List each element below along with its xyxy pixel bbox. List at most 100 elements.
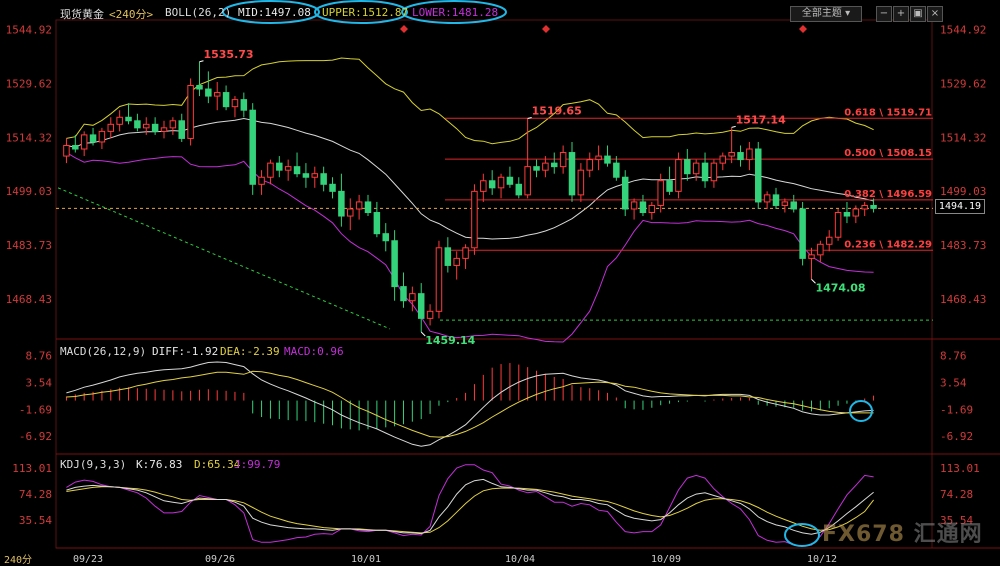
y-tick-label-right: 113.01 bbox=[940, 462, 980, 475]
candle-body bbox=[187, 85, 194, 139]
candle-body bbox=[719, 155, 727, 164]
y-tick-label-left: -1.69 bbox=[19, 403, 52, 416]
candle-body bbox=[373, 212, 381, 235]
candle-body bbox=[302, 173, 310, 178]
candle-body bbox=[276, 162, 283, 171]
candle-body bbox=[311, 173, 319, 178]
candle-body bbox=[817, 243, 824, 256]
candle-body bbox=[781, 201, 789, 206]
boll-upper-value: UPPER:1512.87 bbox=[322, 6, 409, 19]
candle-body bbox=[746, 148, 753, 161]
period-footer[interactable]: 240分 bbox=[4, 551, 32, 566]
candle-body bbox=[444, 247, 452, 266]
candle-body bbox=[524, 166, 531, 196]
candle-body bbox=[604, 155, 611, 164]
zoom-in-button[interactable]: + bbox=[893, 6, 909, 22]
y-tick-label-left: 35.54 bbox=[19, 514, 52, 527]
candle-body bbox=[355, 201, 363, 210]
macd-diff-value: DIFF:-1.92 bbox=[152, 345, 219, 358]
annotation-leader bbox=[199, 60, 204, 63]
fib-level-label: 0.236 \ 1482.29 bbox=[844, 239, 932, 250]
candle-body bbox=[231, 99, 239, 108]
period-label[interactable]: <240分> bbox=[109, 6, 153, 22]
candle-body bbox=[799, 208, 806, 259]
y-tick-label-right: 1514.32 bbox=[940, 131, 986, 144]
price-annotation: 1474.08 bbox=[815, 281, 865, 294]
candle-body bbox=[515, 183, 523, 196]
restore-button[interactable]: ▣ bbox=[910, 6, 926, 22]
highlight-ellipse bbox=[784, 523, 820, 547]
current-price-tag: 1494.19 bbox=[935, 199, 985, 214]
candle-body bbox=[675, 159, 682, 192]
y-tick-label-right: 3.54 bbox=[940, 376, 967, 389]
candle-body bbox=[116, 116, 123, 125]
x-tick-label: 10/04 bbox=[505, 554, 535, 565]
y-tick-label-left: 1468.43 bbox=[6, 293, 52, 306]
candle-body bbox=[80, 134, 88, 150]
candle-body bbox=[648, 204, 656, 214]
price-annotation: 1535.73 bbox=[203, 48, 253, 61]
zoom-out-button[interactable]: − bbox=[876, 6, 892, 22]
x-tick-label: 09/23 bbox=[73, 554, 103, 565]
candle-body bbox=[160, 127, 168, 132]
boll-lower-line bbox=[66, 152, 874, 343]
candle-body bbox=[471, 190, 478, 249]
price-annotation: 1459.14 bbox=[425, 334, 475, 347]
theme-select-button[interactable]: 全部主题 ▾ bbox=[790, 6, 862, 22]
candle-body bbox=[533, 166, 540, 171]
candle-body bbox=[834, 212, 842, 238]
boll-mid-value: MID:1497.08 bbox=[238, 6, 311, 19]
candle-body bbox=[657, 180, 664, 206]
macd-label: MACD(26,12,9) bbox=[60, 345, 147, 358]
x-tick-label: 09/26 bbox=[205, 554, 235, 565]
symbol-title[interactable]: 现货黄金 bbox=[60, 6, 104, 22]
fib-level-label: 0.500 \ 1508.15 bbox=[844, 148, 932, 159]
candle-body bbox=[409, 293, 416, 302]
candle-body bbox=[568, 152, 576, 196]
candle-body bbox=[364, 201, 372, 214]
y-tick-label-left: 3.54 bbox=[26, 376, 53, 389]
candle-body bbox=[480, 180, 487, 192]
close-button[interactable]: × bbox=[927, 6, 943, 22]
y-tick-label-left: 74.28 bbox=[19, 488, 52, 501]
candle-body bbox=[551, 162, 558, 168]
candle-body bbox=[772, 194, 780, 206]
candle-body bbox=[151, 123, 159, 132]
candle-body bbox=[453, 257, 460, 266]
boll-label: BOLL(26,2) bbox=[165, 6, 232, 19]
candle-body bbox=[63, 144, 70, 157]
candle-body bbox=[249, 109, 256, 185]
candle-body bbox=[134, 120, 141, 129]
candle-body bbox=[267, 162, 274, 178]
candle-body bbox=[639, 201, 647, 214]
price-annotation: 1519.65 bbox=[532, 104, 582, 117]
candle-body bbox=[559, 152, 567, 168]
kdj-j-value: J:99.79 bbox=[234, 458, 281, 471]
candle-body bbox=[258, 176, 265, 185]
watermark-logo: FX678 汇通网 bbox=[822, 522, 983, 547]
boll-lower-value: LOWER:1481.28 bbox=[412, 6, 499, 19]
candle-body bbox=[382, 233, 389, 242]
candle-body bbox=[320, 173, 327, 185]
x-tick-label: 10/09 bbox=[651, 554, 681, 565]
y-tick-label-right: 1483.73 bbox=[940, 239, 986, 252]
event-marker bbox=[799, 25, 807, 33]
candle-body bbox=[391, 240, 398, 288]
candle-body bbox=[630, 201, 638, 210]
candle-body bbox=[728, 152, 735, 157]
y-tick-label-right: -1.69 bbox=[940, 403, 973, 416]
kdj-label: KDJ(9,3,3) bbox=[60, 458, 127, 471]
candle-body bbox=[125, 116, 132, 122]
y-tick-label-left: 1483.73 bbox=[6, 239, 52, 252]
y-tick-label-right: 74.28 bbox=[940, 488, 973, 501]
candle-body bbox=[293, 166, 301, 175]
candle-body bbox=[169, 120, 177, 129]
candle-body bbox=[763, 194, 771, 203]
candle-body bbox=[497, 176, 505, 189]
candle-body bbox=[684, 159, 691, 175]
macd-dea-line bbox=[66, 370, 874, 438]
candle-body bbox=[870, 204, 877, 209]
candle-body bbox=[710, 162, 718, 182]
candle-body bbox=[506, 176, 514, 185]
candle-body bbox=[843, 212, 851, 217]
